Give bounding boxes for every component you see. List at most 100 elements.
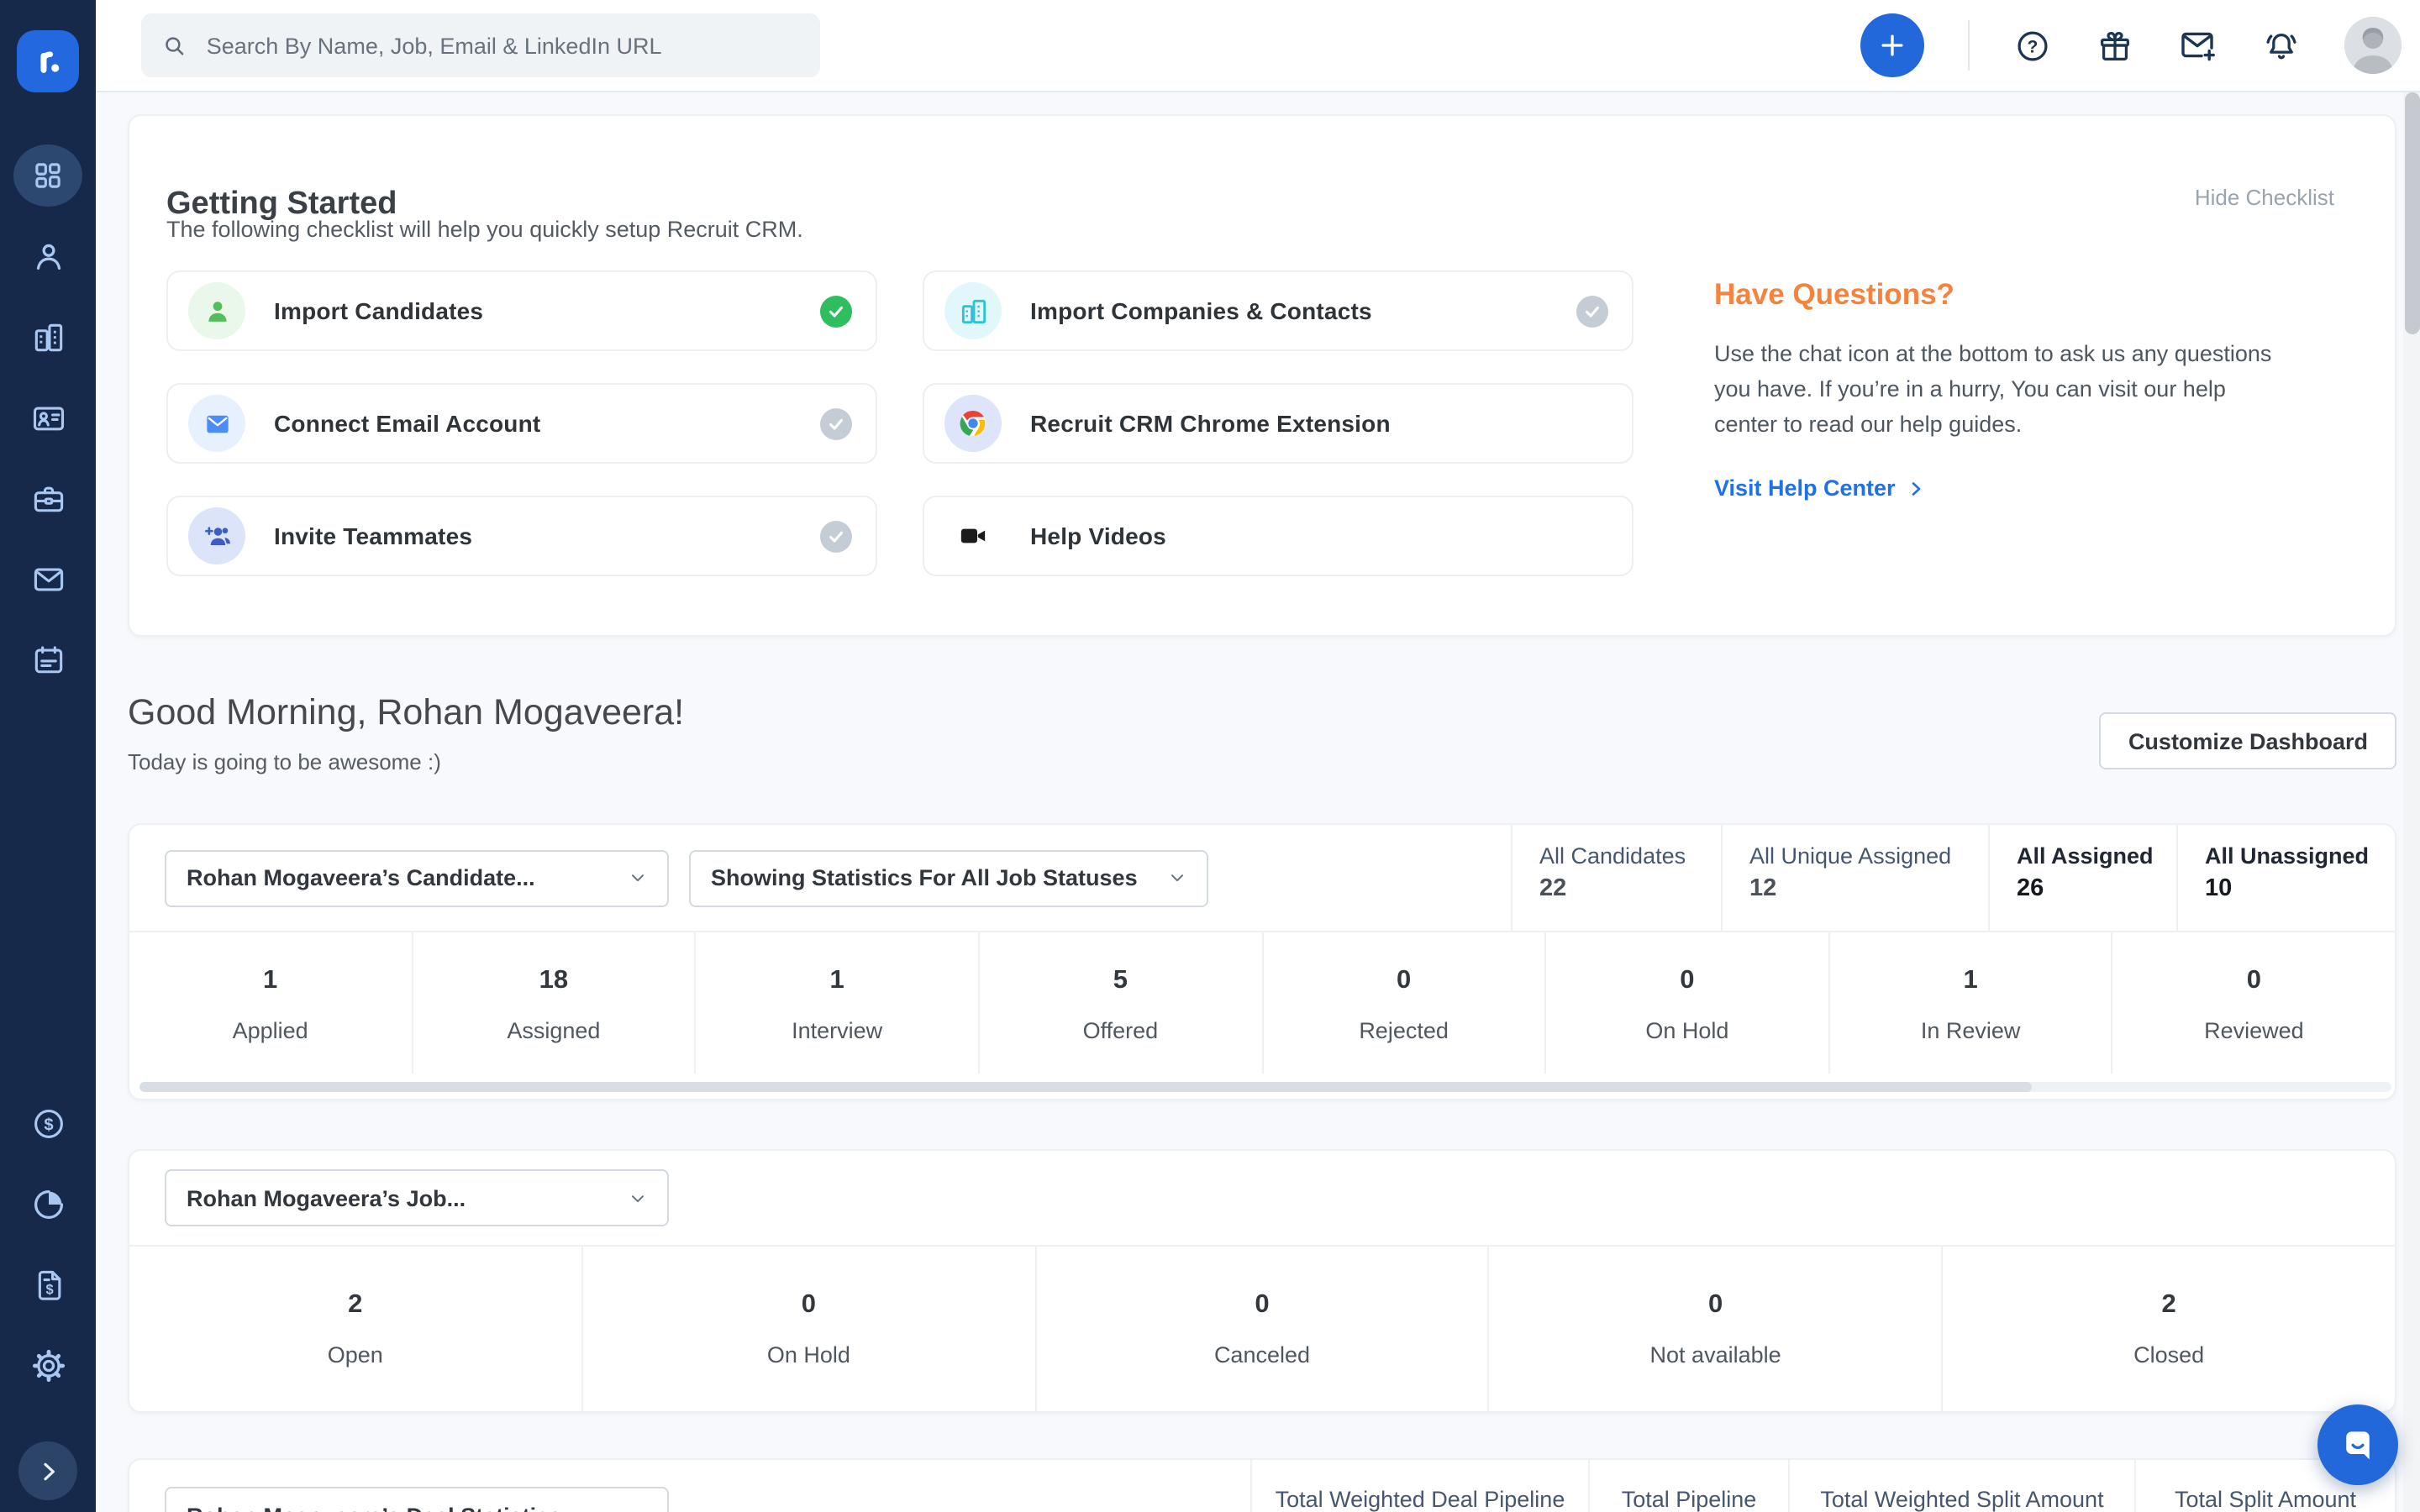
deal-header-total-pipeline[interactable]: Total Pipeline (1588, 1460, 1788, 1512)
candidate-owner-dropdown-value: Rohan Mogaveera’s Candidate... (187, 865, 535, 890)
sidebar-item-calendar[interactable] (13, 628, 82, 690)
greeting-subtitle: Today is going to be awesome :) (128, 749, 684, 774)
summary-all-candidates[interactable]: All Candidates 22 (1511, 825, 1721, 931)
sidebar-item-settings[interactable] (13, 1334, 82, 1396)
sidebar-item-invoices[interactable]: $ (13, 1253, 82, 1315)
stage-open[interactable]: 2Open (129, 1247, 583, 1413)
global-search[interactable] (141, 13, 820, 77)
horizontal-scrollbar-thumb[interactable] (139, 1082, 2031, 1092)
stage-closed[interactable]: 2Closed (1943, 1247, 2395, 1413)
logo-r-icon (29, 43, 66, 80)
svg-text:?: ? (2028, 37, 2039, 56)
job-owner-dropdown[interactable]: Rohan Mogaveera’s Job... (165, 1169, 669, 1226)
stage-value: 5 (980, 966, 1261, 996)
stage-offered[interactable]: 5Offered (980, 932, 1263, 1074)
horizontal-scrollbar-track[interactable] (139, 1082, 2391, 1092)
sidebar-item-deals[interactable]: $ (13, 1092, 82, 1154)
notifications-button[interactable] (2262, 26, 2301, 65)
candidate-owner-dropdown[interactable]: Rohan Mogaveera’s Candidate... (165, 849, 669, 906)
rewards-button[interactable] (2096, 26, 2134, 65)
search-input[interactable] (203, 31, 800, 60)
checklist-item-import-companies[interactable]: Import Companies & Contacts (923, 270, 1634, 351)
stage-rejected[interactable]: 0Rejected (1263, 932, 1546, 1074)
deal-owner-dropdown[interactable]: Rohan Mogaveera’s Deal Statistics (165, 1487, 669, 1512)
envelope-icon (188, 395, 245, 452)
summary-all-assigned[interactable]: All Assigned 26 (1988, 825, 2176, 931)
stage-canceled[interactable]: 0Canceled (1036, 1247, 1490, 1413)
help-button[interactable]: ? (2013, 26, 2052, 65)
checklist-item-import-candidates[interactable]: Import Candidates (166, 270, 877, 351)
summary-all-unique-assigned[interactable]: All Unique Assigned 12 (1721, 825, 1988, 931)
sidebar-item-reports[interactable] (13, 1173, 82, 1235)
summary-label: All Unassigned (2205, 843, 2395, 869)
checklist-item-help-videos[interactable]: Help Videos (923, 496, 1634, 576)
customize-dashboard-button[interactable]: Customize Dashboard (2100, 712, 2396, 769)
checklist-item-connect-email[interactable]: Connect Email Account (166, 383, 877, 464)
svg-text:$: $ (45, 1281, 53, 1296)
stage-in-review[interactable]: 1In Review (1830, 932, 2113, 1074)
quick-add-button[interactable] (1860, 13, 1924, 77)
chat-widget-button[interactable] (2317, 1404, 2398, 1485)
stage-label: Not available (1490, 1342, 1942, 1368)
briefcase-icon (29, 480, 66, 517)
stage-value: 0 (1546, 966, 1828, 996)
gear-icon (29, 1347, 66, 1383)
have-questions-panel: Have Questions? Use the chat icon at the… (1714, 277, 2294, 501)
stage-reviewed[interactable]: 0Reviewed (2113, 932, 2395, 1074)
building-icon (944, 282, 1002, 339)
compose-email-button[interactable] (2178, 25, 2218, 66)
deal-header-total-weighted-split[interactable]: Total Weighted Split Amount (1788, 1460, 2134, 1512)
stage-label: Interview (697, 1018, 978, 1043)
sidebar-item-contacts[interactable] (13, 386, 82, 449)
stage-assigned[interactable]: 18Assigned (413, 932, 696, 1074)
job-filters-row: Rohan Mogaveera’s Job... (129, 1151, 2395, 1247)
deal-owner-dropdown-value: Rohan Mogaveera’s Deal Statistics (187, 1503, 561, 1512)
dollar-circle-icon: $ (29, 1105, 66, 1142)
hide-checklist-link[interactable]: Hide Checklist (2195, 185, 2334, 210)
calendar-icon (29, 641, 66, 678)
stage-applied[interactable]: 1Applied (129, 932, 413, 1074)
visit-help-center-link[interactable]: Visit Help Center (1714, 475, 2294, 501)
app-window: $ $ (0, 0, 2420, 1512)
video-camera-icon (944, 507, 1002, 564)
search-icon (161, 31, 188, 60)
stage-value: 0 (2113, 966, 2395, 996)
stage-on-hold[interactable]: 0On Hold (583, 1247, 1037, 1413)
job-statistics-panel: Rohan Mogaveera’s Job... 2Open 0On Hold … (128, 1149, 2396, 1413)
checklist-item-invite-teammates[interactable]: Invite Teammates (166, 496, 877, 576)
stage-value: 1 (1830, 966, 2112, 996)
recruit-crm-logo[interactable] (17, 30, 79, 92)
sidebar-collapse-button[interactable] (18, 1441, 77, 1500)
getting-started-card: Getting Started The following checklist … (128, 114, 2396, 637)
summary-all-unassigned[interactable]: All Unassigned 10 (2176, 825, 2395, 931)
deal-header-total-weighted-pipeline[interactable]: Total Weighted Deal Pipeline (1250, 1460, 1588, 1512)
summary-value: 22 (1539, 875, 1721, 902)
vertical-scrollbar-track[interactable] (2403, 92, 2420, 1512)
buildings-icon (29, 318, 66, 355)
job-status-filter-dropdown[interactable]: Showing Statistics For All Job Statuses (689, 849, 1208, 906)
sidebar-item-emails[interactable] (13, 548, 82, 610)
sidebar-item-jobs[interactable] (13, 467, 82, 529)
stage-label: Rejected (1263, 1018, 1544, 1043)
stage-interview[interactable]: 1Interview (697, 932, 980, 1074)
chevron-down-icon (1168, 869, 1186, 887)
svg-text:$: $ (43, 1115, 52, 1133)
user-avatar[interactable] (2344, 17, 2402, 74)
stage-on-hold[interactable]: 0On Hold (1546, 932, 1829, 1074)
status-check-pending-icon (1576, 295, 1608, 327)
summary-value: 26 (2017, 875, 2176, 902)
checklist-item-chrome-extension[interactable]: Recruit CRM Chrome Extension (923, 383, 1634, 464)
getting-started-checklist: Import Candidates Import Companies & Con… (166, 270, 1634, 576)
candidate-statistics-panel: Rohan Mogaveera’s Candidate... Showing S… (128, 823, 2396, 1100)
sidebar: $ $ (0, 0, 96, 1512)
stage-label: Closed (1943, 1342, 2395, 1368)
chevron-right-icon (34, 1457, 61, 1484)
sidebar-item-dashboard[interactable] (13, 144, 82, 207)
sidebar-item-candidates[interactable] (13, 225, 82, 287)
stage-not-available[interactable]: 0Not available (1490, 1247, 1944, 1413)
vertical-scrollbar-thumb[interactable] (2404, 92, 2419, 334)
sidebar-item-companies[interactable] (13, 306, 82, 368)
stage-label: Canceled (1036, 1342, 1488, 1368)
deal-statistics-panel: Rohan Mogaveera’s Deal Statistics Total … (128, 1458, 2396, 1512)
person-add-icon (188, 507, 245, 564)
